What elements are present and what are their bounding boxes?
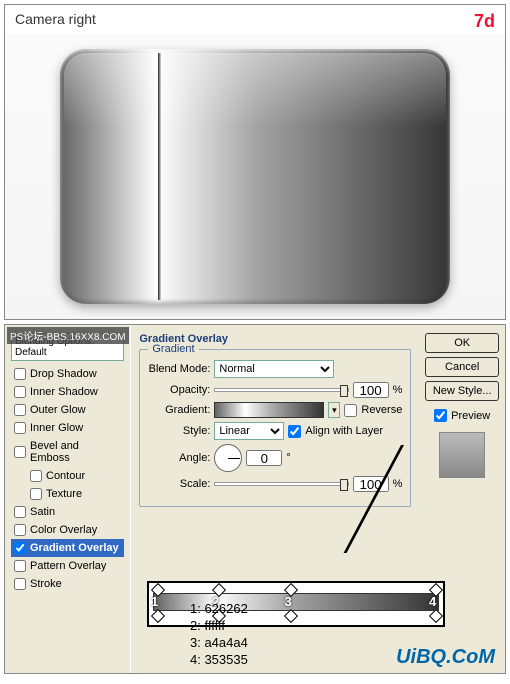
color-stop-1[interactable] [151, 609, 165, 623]
render-area [5, 34, 505, 319]
style-item-inner-glow[interactable]: Inner Glow [11, 419, 124, 437]
style-checkbox[interactable] [14, 404, 26, 416]
style-checkbox[interactable] [14, 542, 26, 554]
card-title: Camera right [15, 11, 96, 32]
style-checkbox[interactable] [14, 506, 26, 518]
pct-label-2: % [393, 478, 403, 490]
reverse-label: Reverse [361, 404, 402, 416]
style-checkbox[interactable] [14, 524, 26, 536]
gradient-fieldset: Gradient Blend Mode: Normal Opacity: % G… [139, 349, 411, 507]
angle-input[interactable] [246, 450, 282, 466]
fieldset-legend: Gradient [148, 343, 198, 355]
color-stop-3[interactable] [284, 609, 298, 623]
style-item-color-overlay[interactable]: Color Overlay [11, 521, 124, 539]
style-item-inner-shadow[interactable]: Inner Shadow [11, 383, 124, 401]
gradient-label: Gradient: [148, 404, 210, 416]
style-checkbox[interactable] [14, 368, 26, 380]
angle-dial[interactable] [214, 444, 242, 472]
step-label: 7d [474, 11, 495, 32]
opacity-slider[interactable] [214, 388, 348, 392]
style-item-contour[interactable]: Contour [11, 467, 124, 485]
style-checkbox[interactable] [14, 422, 26, 434]
styles-list: Blending Options: Default Drop ShadowInn… [5, 325, 131, 673]
layer-style-dialog: PS论坛-BBS.16XX8.COM Blending Options: Def… [4, 324, 506, 674]
scale-label: Scale: [148, 478, 210, 490]
style-item-bevel-and-emboss[interactable]: Bevel and Emboss [11, 437, 124, 467]
new-style-button[interactable]: New Style... [425, 381, 499, 401]
style-checkbox[interactable] [14, 446, 26, 458]
angle-label: Angle: [148, 452, 210, 464]
gradient-dropdown-icon[interactable]: ▾ [328, 402, 340, 418]
preview-card: Camera right 7d [4, 4, 506, 320]
style-checkbox[interactable] [14, 578, 26, 590]
style-select[interactable]: Linear [214, 422, 284, 440]
style-item-satin[interactable]: Satin [11, 503, 124, 521]
style-item-drop-shadow[interactable]: Drop Shadow [11, 365, 124, 383]
color-stop-4[interactable] [429, 609, 443, 623]
ok-button[interactable]: OK [425, 333, 499, 353]
opacity-input[interactable] [353, 382, 389, 398]
style-label: Style: [148, 425, 210, 437]
preview-label: Preview [451, 410, 490, 422]
style-checkbox[interactable] [30, 488, 42, 500]
blendmode-label: Blend Mode: [148, 363, 210, 375]
style-checkbox[interactable] [14, 560, 26, 572]
style-item-texture[interactable]: Texture [11, 485, 124, 503]
brand-watermark: UiBQ.CoM [396, 646, 495, 669]
style-checkbox[interactable] [30, 470, 42, 482]
style-item-gradient-overlay[interactable]: Gradient Overlay [11, 539, 124, 557]
camera-body-render [60, 49, 450, 304]
blendmode-select[interactable]: Normal [214, 360, 334, 378]
preview-checkbox[interactable] [434, 409, 447, 422]
gradient-picker[interactable] [214, 402, 324, 418]
style-item-pattern-overlay[interactable]: Pattern Overlay [11, 557, 124, 575]
color-stop-list: 1: 6262622: ffffff3: a4a4a44: 353535 [190, 601, 248, 669]
align-checkbox[interactable] [288, 425, 301, 438]
watermark: PS论坛-BBS.16XX8.COM [7, 327, 129, 344]
cancel-button[interactable]: Cancel [425, 357, 499, 377]
pct-label: % [393, 384, 403, 396]
opacity-label: Opacity: [148, 384, 210, 396]
align-label: Align with Layer [305, 425, 383, 437]
style-checkbox[interactable] [14, 386, 26, 398]
scale-slider[interactable] [214, 482, 348, 486]
preview-swatch [439, 432, 485, 478]
style-item-outer-glow[interactable]: Outer Glow [11, 401, 124, 419]
style-item-stroke[interactable]: Stroke [11, 575, 124, 593]
degree-label: ° [286, 452, 290, 464]
reverse-checkbox[interactable] [344, 404, 357, 417]
